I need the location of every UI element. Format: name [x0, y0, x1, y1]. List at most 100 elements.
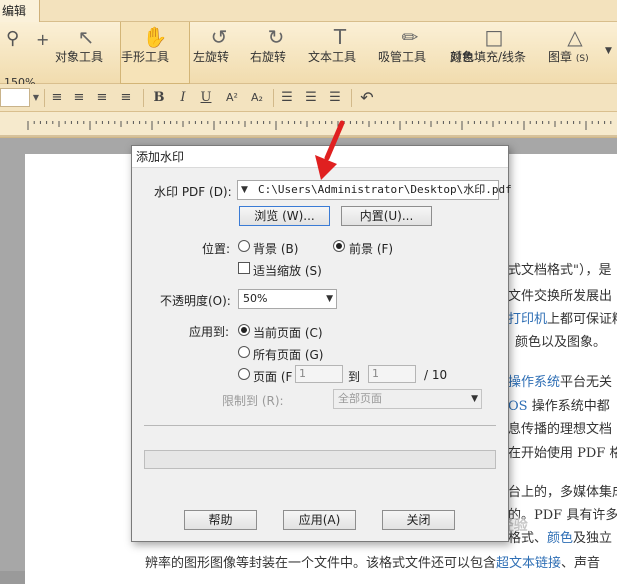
- help-button[interactable]: 帮助: [184, 510, 257, 530]
- browse-button[interactable]: 浏览 (W)...: [239, 206, 330, 226]
- watermark-pdf-combo[interactable]: ▼ C:\Users\Administrator\Desktop\水印.pdf: [237, 180, 512, 200]
- stamp-button[interactable]: △ 图章 (S): [548, 22, 602, 84]
- doc-line: 台上的，多媒体集成: [508, 485, 617, 500]
- doc-text: 、声音: [561, 556, 601, 571]
- fill-stroke-label-2: 颜色: [450, 50, 475, 64]
- rotate-left-label: 左旋转: [193, 50, 230, 64]
- foreground-option-label[interactable]: 前景 (F): [349, 240, 393, 257]
- opacity-label: 不透明度(O):: [160, 294, 231, 308]
- fill-stroke-color-button[interactable]: □ 对象填充/线条 颜色: [450, 22, 538, 84]
- rotate-left-button[interactable]: ↺ 左旋转: [193, 22, 245, 84]
- chevron-down-icon[interactable]: ▼: [326, 290, 333, 308]
- opacity-select[interactable]: 50% ▼: [238, 289, 337, 309]
- doc-line: 辨率的图形图像等封装在一个文件中。该格式文件还可以包含超文本链接、声音: [145, 552, 600, 571]
- list-icon[interactable]: ☰: [302, 89, 320, 107]
- apply-button[interactable]: 应用(A): [283, 510, 356, 530]
- pointer-icon: ↖: [77, 25, 95, 49]
- watermark-pdf-path: C:\Users\Administrator\Desktop\水印.pdf: [258, 183, 512, 196]
- page-to-input[interactable]: 1: [368, 365, 416, 383]
- zoom-in-icon[interactable]: +: [36, 30, 49, 49]
- doc-link[interactable]: 操作系统: [508, 375, 560, 390]
- bold-button[interactable]: B: [150, 89, 168, 107]
- fit-scale-checkbox[interactable]: [238, 262, 250, 274]
- subscript-button[interactable]: A₂: [246, 89, 268, 107]
- rotate-right-icon: ↻: [267, 25, 285, 49]
- ribbon-more-icon[interactable]: ▼: [605, 46, 612, 56]
- page-total: / 10: [424, 368, 448, 382]
- align-justify-icon[interactable]: ≡: [117, 89, 135, 107]
- format-toolbar: ▼ ≡ ≡ ≡ ≡ B I U A² A₂ ☰ ☰ ☰ ↶: [0, 84, 617, 112]
- divider: [144, 425, 496, 426]
- eyedropper-icon: ✏: [401, 25, 419, 49]
- align-left-icon[interactable]: ≡: [48, 89, 66, 107]
- chevron-down-icon[interactable]: ▼: [241, 181, 248, 199]
- doc-line: 式文档格式"），是: [508, 263, 612, 278]
- doc-text: 辨率的图形图像等封装在一个文件中。该格式文件还可以包含: [145, 556, 497, 571]
- page-range-radio[interactable]: [238, 368, 250, 380]
- hand-icon: ✋: [142, 25, 168, 49]
- font-size-combo[interactable]: [0, 88, 30, 107]
- undo-icon[interactable]: ↶: [357, 89, 377, 107]
- underline-button[interactable]: U: [197, 89, 215, 107]
- superscript-button[interactable]: A²: [221, 89, 243, 107]
- object-tool-label: 对象工具: [55, 50, 104, 64]
- fit-scale-label[interactable]: 适当缩放 (S): [253, 262, 322, 279]
- close-button[interactable]: 关闭: [382, 510, 455, 530]
- all-pages-radio[interactable]: [238, 346, 250, 358]
- page-to-label: 到: [348, 370, 361, 384]
- limit-to-value: 全部页面: [338, 392, 382, 405]
- object-tool-button[interactable]: ↖ 对象工具: [55, 22, 117, 84]
- align-center-icon[interactable]: ≡: [70, 89, 88, 107]
- doc-line: 息传播的理想文档: [508, 422, 613, 437]
- annotation-arrow: [315, 120, 345, 180]
- page-from-input[interactable]: 1: [295, 365, 343, 383]
- line-spacing-icon[interactable]: ☰: [278, 89, 296, 107]
- indent-icon[interactable]: ☰: [326, 89, 344, 107]
- eyedropper-tool-button[interactable]: ✏ 吸管工具: [378, 22, 442, 84]
- doc-link[interactable]: 颜色: [547, 531, 573, 546]
- divider: [273, 89, 274, 107]
- all-pages-label[interactable]: 所有页面 (G): [253, 346, 323, 363]
- rotate-right-label: 右旋转: [250, 50, 287, 64]
- background-radio[interactable]: [238, 240, 250, 252]
- limit-to-select[interactable]: 全部页面 ▼: [333, 389, 482, 409]
- doc-link[interactable]: 打印机: [508, 312, 547, 327]
- builtin-button[interactable]: 内置(U)...: [341, 206, 432, 226]
- divider: [351, 89, 352, 107]
- doc-text: 上都可保证精: [547, 312, 617, 327]
- page-range-label[interactable]: 页面 (F: [253, 368, 292, 385]
- stamp-icon: △: [567, 25, 583, 49]
- current-page-radio[interactable]: [238, 324, 250, 336]
- doc-line: 文件交换所发展出: [508, 289, 613, 304]
- ribbon-toolbar: ⚲ + 150% ↖ 对象工具 ✋ 手形工具 ↺ 左旋转 ↻ 右旋转 T 文本工…: [0, 22, 617, 89]
- current-page-label[interactable]: 当前页面 (C): [253, 324, 323, 341]
- apply-to-label: 应用到:: [189, 325, 230, 339]
- rotate-left-icon: ↺: [210, 25, 228, 49]
- divider: [143, 89, 144, 107]
- text-tool-button[interactable]: T 文本工具: [308, 22, 372, 84]
- doc-line: 打印机上都可保证精: [508, 308, 617, 327]
- tab-edit[interactable]: 编辑: [0, 0, 40, 22]
- align-right-icon[interactable]: ≡: [93, 89, 111, 107]
- text-tool-icon: T: [333, 25, 347, 49]
- doc-link[interactable]: 超文本链接: [496, 556, 561, 571]
- ruler-ticks: [0, 121, 617, 137]
- rotate-right-button[interactable]: ↻ 右旋转: [250, 22, 302, 84]
- fill-square-icon: □: [484, 25, 504, 49]
- zoom-search-icon[interactable]: ⚲: [6, 28, 19, 49]
- doc-link[interactable]: OS: [508, 399, 528, 414]
- limit-to-label: 限制到 (R):: [222, 394, 284, 408]
- doc-line: 在开始使用 PDF 格: [508, 446, 617, 461]
- foreground-radio[interactable]: [333, 240, 345, 252]
- stamp-label: 图章: [548, 50, 573, 64]
- background-option-label[interactable]: 背景 (B): [253, 240, 298, 257]
- doc-text: 及独立: [573, 531, 613, 546]
- chevron-down-icon[interactable]: ▼: [30, 88, 42, 107]
- doc-line: 操作系统平台无关: [508, 371, 612, 390]
- italic-button[interactable]: I: [174, 89, 192, 107]
- doc-line: OS 操作系统中都: [508, 395, 610, 414]
- chevron-down-icon[interactable]: ▼: [471, 390, 478, 408]
- hand-tool-button[interactable]: ✋ 手形工具: [120, 22, 190, 84]
- progress-bar: [144, 450, 496, 469]
- doc-text: 平台无关: [560, 375, 613, 390]
